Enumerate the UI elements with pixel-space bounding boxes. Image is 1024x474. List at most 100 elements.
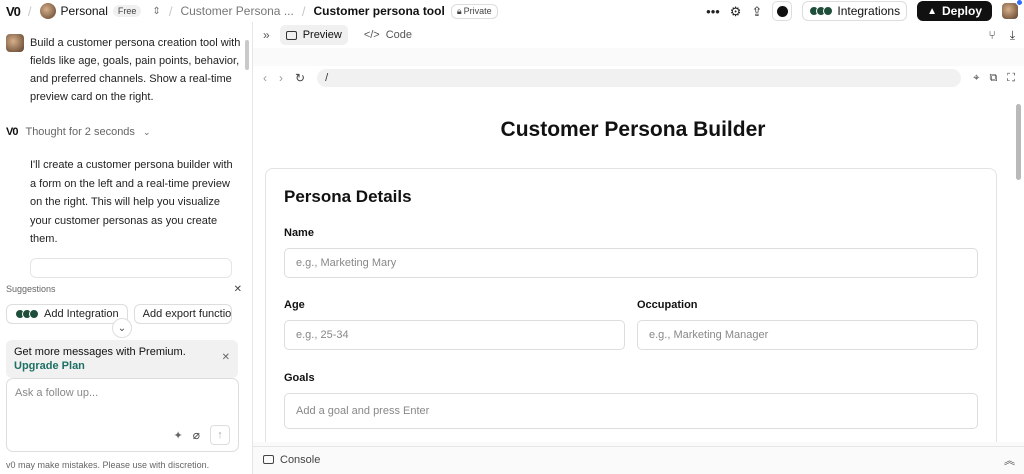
chevron-up-down-icon[interactable]: ⇕ [152, 6, 160, 17]
breadcrumb-separator: / [301, 3, 306, 19]
top-actions: ••• ⚙ ⇪ Integrations ▲ Deploy [706, 0, 1023, 21]
chat-panel: Build a customer persona creation tool w… [0, 22, 252, 474]
scroll-down-button[interactable]: ⌄ [112, 318, 132, 338]
chat-title[interactable]: Customer persona tool [313, 4, 444, 18]
workspace-name: Personal [60, 4, 108, 18]
user-message: Build a customer persona creation tool w… [6, 34, 244, 106]
user-message-avatar [6, 34, 24, 52]
share-upload-icon[interactable]: ⇪ [751, 5, 762, 18]
preview-viewport: Customer Persona Builder Persona Details… [253, 90, 1013, 442]
section-title: Persona Details [284, 187, 412, 206]
goals-label: Goals [284, 372, 315, 384]
tab-preview[interactable]: Preview [279, 25, 348, 45]
name-label: Name [284, 227, 314, 239]
top-bar: V0 / Personal Free ⇕ / Customer Persona … [0, 0, 1024, 22]
close-banner-icon[interactable]: ✕ [222, 351, 230, 365]
goals-input[interactable]: Add a goal and press Enter [284, 393, 978, 429]
plan-badge: Free [112, 5, 142, 17]
preview-tools: ⌖ ⧉ ⛶ [973, 72, 1015, 85]
preview-scrollbar[interactable] [1013, 90, 1024, 442]
preview-actions: ⑂ ⤓ [988, 28, 1015, 43]
tab-code-label: Code [385, 29, 413, 41]
code-icon: </> [363, 29, 380, 41]
back-icon[interactable]: ‹ [263, 71, 267, 85]
scrollbar-thumb[interactable] [1016, 104, 1021, 180]
name-input[interactable]: e.g., Marketing Mary [284, 248, 978, 278]
upgrade-plan-link[interactable]: Upgrade Plan [14, 359, 230, 373]
thought-label: Thought for 2 seconds [25, 126, 135, 138]
visibility-badge[interactable]: 🔒︎ Private [450, 3, 498, 19]
name-placeholder: e.g., Marketing Mary [296, 257, 397, 269]
more-options-icon[interactable]: ••• [706, 5, 720, 18]
chevron-down-icon: ⌄ [117, 322, 127, 334]
suggestion-add-export[interactable]: Add export functio [133, 304, 232, 324]
v0-assistant-icon: V0 [6, 126, 19, 138]
workspace-switcher[interactable]: Personal Free ⇕ [39, 3, 161, 19]
terminal-icon [263, 455, 274, 464]
chip-label: Add export functio [142, 308, 232, 320]
premium-text: Get more messages with Premium. [14, 346, 186, 358]
tab-code[interactable]: </> Code [358, 25, 418, 45]
assistant-message-text: I'll create a customer persona builder w… [30, 159, 233, 245]
project-breadcrumb[interactable]: Customer Persona ... [180, 4, 293, 18]
url-input[interactable]: / [317, 69, 962, 87]
age-label: Age [284, 299, 305, 311]
user-avatar[interactable] [1002, 0, 1023, 19]
refresh-icon[interactable]: ↻ [295, 71, 305, 85]
breadcrumb-separator: / [27, 3, 32, 19]
suggestions-header: Suggestions ✕ [6, 284, 242, 295]
paperclip-icon[interactable]: ⌀ [193, 428, 200, 442]
persona-details-card: Persona Details Name e.g., Marketing Mar… [265, 168, 997, 442]
forward-icon[interactable]: › [279, 71, 283, 85]
visibility-label: Private [463, 6, 492, 16]
v0-logo[interactable]: V0 [6, 4, 21, 19]
age-placeholder: e.g., 25-34 [296, 329, 349, 341]
integrations-label: Integrations [837, 4, 901, 18]
settings-gear-icon[interactable]: ⚙ [730, 5, 742, 18]
deploy-label: Deploy [941, 4, 982, 18]
preview-tabs: » Preview </> Code ⑂ ⤓ [253, 22, 1024, 48]
collapse-panel-icon[interactable]: » [263, 28, 270, 42]
expand-console-icon[interactable]: ︽ [1004, 452, 1015, 468]
occupation-input[interactable]: e.g., Marketing Manager [637, 320, 978, 350]
breadcrumb-separator: / [168, 3, 173, 19]
suggestion-add-integration[interactable]: Add Integration [6, 304, 128, 324]
sparkles-icon[interactable]: ✦ [174, 429, 183, 442]
chat-scrollbar[interactable] [245, 40, 249, 70]
version-card[interactable] [30, 258, 232, 278]
suggestions-title: Suggestions [6, 284, 56, 294]
close-icon[interactable]: ✕ [234, 284, 242, 295]
git-branch-icon[interactable]: ⑂ [988, 28, 995, 43]
occupation-label: Occupation [637, 299, 698, 311]
open-new-window-icon[interactable]: ⧉ [989, 72, 997, 85]
deploy-button[interactable]: ▲ Deploy [917, 1, 992, 21]
url-text: / [325, 72, 329, 84]
disclaimer-text: v0 may make mistakes. Please use with di… [6, 460, 210, 470]
fullscreen-icon[interactable]: ⛶ [1007, 72, 1015, 85]
integration-logos-icon [15, 309, 39, 319]
preview-panel: » Preview </> Code ⑂ ⤓ ‹ › ↻ / ⌖ ⧉ ⛶ Cus… [252, 22, 1024, 474]
notification-dot [1016, 0, 1023, 6]
github-icon [776, 5, 788, 17]
console-bar[interactable]: Console ︽ [253, 446, 1024, 472]
browser-window-icon [285, 30, 297, 40]
age-input[interactable]: e.g., 25-34 [284, 320, 625, 350]
goals-placeholder: Add a goal and press Enter [296, 405, 430, 417]
avatar [39, 3, 56, 19]
integrations-button[interactable]: Integrations [802, 1, 908, 21]
tab-preview-label: Preview [302, 29, 342, 41]
page-title: Customer Persona Builder [500, 118, 766, 141]
send-button[interactable]: ↑ [210, 425, 230, 445]
arrow-up-icon: ↑ [217, 429, 223, 441]
github-button[interactable] [772, 1, 793, 21]
thought-toggle[interactable]: V0 Thought for 2 seconds ⌄ [6, 126, 150, 138]
premium-banner: Get more messages with Premium. Upgrade … [6, 340, 238, 378]
occupation-placeholder: e.g., Marketing Manager [649, 329, 769, 341]
follow-up-input[interactable] [15, 387, 225, 399]
composer-tools: ✦ ⌀ ↑ [174, 425, 230, 445]
download-icon[interactable]: ⤓ [1010, 28, 1015, 43]
suggestions-panel: Suggestions ✕ Add Integration Add export… [0, 278, 252, 474]
lock-icon: 🔒︎ [456, 5, 462, 16]
select-element-icon[interactable]: ⌖ [973, 72, 979, 85]
user-message-text: Build a customer persona creation tool w… [30, 37, 241, 103]
